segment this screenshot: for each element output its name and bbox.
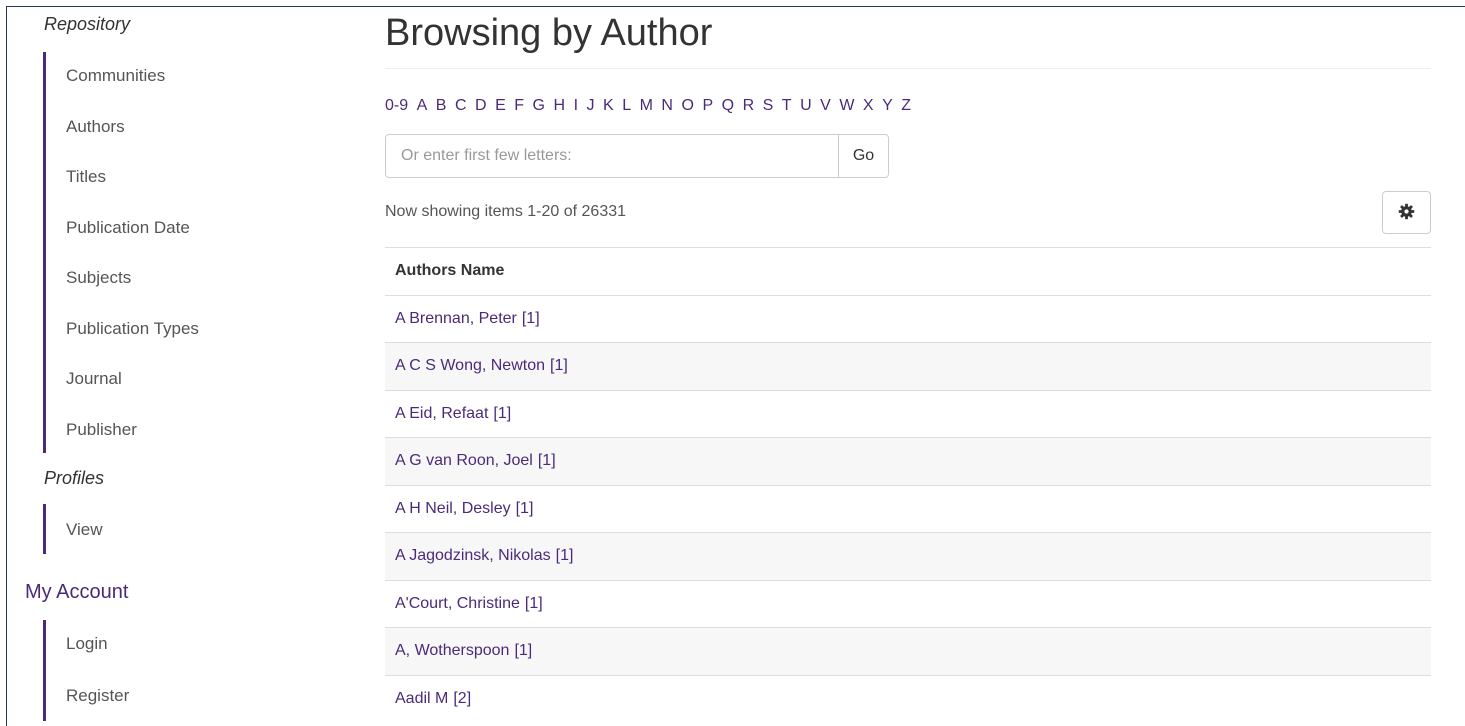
item-count: [1] — [524, 594, 543, 612]
table-header: Authors Name — [385, 247, 1431, 295]
gear-icon — [1398, 203, 1415, 223]
starts-with-input[interactable] — [385, 134, 839, 178]
table-row: A G van Roon, Joel [1] — [385, 437, 1431, 485]
sidebar-heading-repository: Repository — [44, 14, 131, 34]
sidebar-heading-my-account[interactable]: My Account — [25, 581, 128, 604]
table-row: A H Neil, Desley [1] — [385, 484, 1431, 533]
sidebar-item-view[interactable]: View — [66, 520, 103, 540]
letter-link-l[interactable]: L — [622, 97, 631, 114]
item-count: [1] — [521, 309, 540, 327]
letter-link-w[interactable]: W — [839, 97, 854, 114]
sidebar-group-profiles: View — [43, 504, 103, 554]
author-link[interactable]: A'Court, Christine — [395, 595, 520, 613]
sidebar-item-journal[interactable]: Journal — [66, 369, 122, 389]
letter-link-o[interactable]: O — [681, 97, 693, 114]
author-link[interactable]: A Eid, Refaat — [395, 405, 488, 423]
letter-link-m[interactable]: M — [640, 97, 653, 114]
letter-link-t[interactable]: T — [782, 97, 792, 114]
letter-link-z[interactable]: Z — [901, 97, 911, 114]
sidebar-item-register[interactable]: Register — [66, 686, 129, 706]
settings-button[interactable] — [1382, 191, 1431, 234]
letter-link-b[interactable]: B — [436, 97, 447, 114]
item-count: [1] — [514, 642, 533, 660]
letter-link-x[interactable]: X — [863, 97, 874, 114]
item-count: [2] — [453, 689, 472, 707]
table-row: A Eid, Refaat [1] — [385, 389, 1431, 438]
sidebar-heading-profiles: Profiles — [44, 468, 105, 488]
letter-link-0-9[interactable]: 0-9 — [385, 97, 408, 114]
letter-link-a[interactable]: A — [417, 97, 428, 114]
letter-link-y[interactable]: Y — [882, 97, 893, 114]
table-row: A Brennan, Peter [1] — [385, 294, 1431, 343]
letter-link-r[interactable]: R — [743, 97, 755, 114]
authors-table: Authors Name A Brennan, Peter [1] A C S W… — [385, 247, 1431, 722]
sidebar-item-publisher[interactable]: Publisher — [66, 420, 137, 440]
column-header-authors-name: Authors Name — [395, 262, 505, 280]
sidebar-item-titles[interactable]: Titles — [66, 167, 106, 187]
letter-link-p[interactable]: P — [702, 97, 713, 114]
letter-index: 0-9 A B C D E F G H I J K L M N O P Q R S T U V W X Y Z — [385, 97, 920, 115]
letter-link-u[interactable]: U — [800, 97, 812, 114]
table-row: Aadil M [2] — [385, 674, 1431, 723]
go-button[interactable]: Go — [838, 134, 889, 178]
sidebar-item-publication-date[interactable]: Publication Date — [66, 218, 190, 238]
item-count: [1] — [555, 547, 574, 565]
sidebar-item-subjects[interactable]: Subjects — [66, 268, 131, 288]
table-row: A C S Wong, Newton [1] — [385, 342, 1431, 390]
item-count: [1] — [493, 404, 512, 422]
author-link[interactable]: A C S Wong, Newton — [395, 357, 545, 375]
sidebar-item-authors[interactable]: Authors — [66, 117, 125, 137]
letter-link-h[interactable]: H — [554, 97, 566, 114]
item-count: [1] — [550, 357, 568, 375]
letter-link-d[interactable]: D — [475, 97, 487, 114]
letter-link-c[interactable]: C — [455, 97, 467, 114]
author-link[interactable]: A H Neil, Desley — [395, 500, 511, 518]
table-row: A'Court, Christine [1] — [385, 579, 1431, 628]
letter-link-f[interactable]: F — [514, 97, 524, 114]
author-link[interactable]: A G van Roon, Joel — [395, 452, 533, 470]
letter-link-e[interactable]: E — [495, 97, 506, 114]
letter-link-g[interactable]: G — [533, 97, 545, 114]
title-divider — [385, 68, 1431, 69]
author-link[interactable]: A Jagodzinsk, Nikolas — [395, 547, 551, 565]
page-title: Browsing by Author — [385, 12, 713, 54]
sidebar-item-login[interactable]: Login — [66, 634, 108, 654]
sidebar: Repository Communities Authors Titles Pu… — [0, 0, 360, 721]
sidebar-item-publication-types[interactable]: Publication Types — [66, 319, 199, 339]
letter-link-s[interactable]: S — [763, 97, 774, 114]
item-count: [1] — [537, 452, 556, 470]
sidebar-item-communities[interactable]: Communities — [66, 66, 165, 86]
results-count: Now showing items 1-20 of 26331 — [385, 203, 627, 220]
starts-with-form: Go — [385, 134, 889, 178]
letter-link-v[interactable]: V — [820, 97, 831, 114]
letter-link-n[interactable]: N — [661, 97, 673, 114]
sidebar-group-account: Login Register — [43, 620, 129, 721]
letter-link-j[interactable]: J — [587, 97, 595, 114]
item-count: [1] — [515, 499, 534, 517]
letter-link-k[interactable]: K — [603, 97, 614, 114]
sidebar-group-browse: Communities Authors Titles Publication D… — [43, 52, 199, 453]
letter-link-q[interactable]: Q — [722, 97, 734, 114]
author-link[interactable]: A, Wotherspoon — [395, 642, 509, 660]
table-row: A Jagodzinsk, Nikolas [1] — [385, 532, 1431, 580]
table-row: A, Wotherspoon [1] — [385, 627, 1431, 675]
author-link[interactable]: A Brennan, Peter — [395, 310, 517, 328]
author-link[interactable]: Aadil M — [395, 690, 448, 708]
letter-link-i[interactable]: I — [574, 97, 578, 114]
